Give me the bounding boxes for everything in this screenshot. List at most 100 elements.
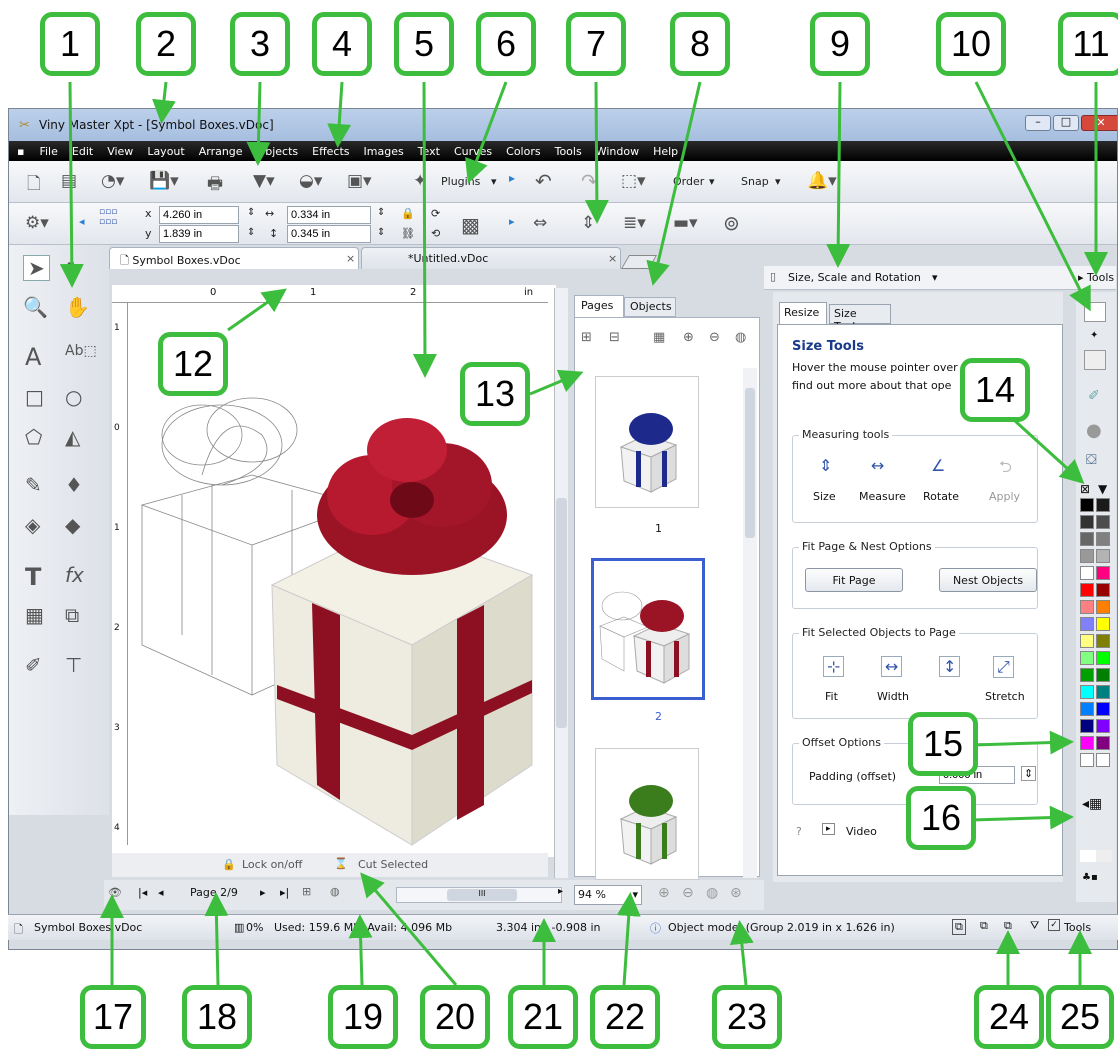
minimize-button[interactable]: –: [1025, 115, 1051, 131]
menu-text[interactable]: Text: [411, 145, 447, 158]
system-menu-icon[interactable]: ▪: [9, 145, 32, 158]
flip-horizontal-icon[interactable]: ⇔: [533, 213, 547, 233]
menu-help[interactable]: Help: [646, 145, 685, 158]
menu-arrange[interactable]: Arrange: [192, 145, 250, 158]
horizontal-ruler[interactable]: 0 1 2 in: [112, 287, 548, 303]
color-swatch[interactable]: [1080, 651, 1094, 665]
export-icon[interactable]: ▣▾: [347, 171, 372, 191]
menu-curves[interactable]: Curves: [447, 145, 499, 158]
text-tool-icon[interactable]: A: [25, 343, 41, 371]
video-link[interactable]: Video: [846, 825, 877, 838]
color-swatch[interactable]: [1096, 532, 1110, 546]
color-swatch[interactable]: [1096, 702, 1110, 716]
fill-color-swatch[interactable]: [1084, 302, 1106, 322]
color-swatch[interactable]: [1080, 532, 1094, 546]
snap-mode-2-icon[interactable]: ⧉: [980, 919, 988, 933]
align-icon[interactable]: ≣▾: [623, 213, 646, 233]
fit-icon[interactable]: ⊹: [823, 656, 845, 677]
tools-toggle[interactable]: ▸ Tools: [1078, 271, 1114, 284]
color-swatch[interactable]: [1096, 719, 1110, 733]
width-fit-icon[interactable]: ↔: [881, 656, 903, 677]
blend-tool-icon[interactable]: ⧉: [65, 603, 79, 627]
view-mode-icon[interactable]: 👁: [108, 886, 122, 899]
redo-icon[interactable]: ↷: [581, 169, 598, 193]
menu-edit[interactable]: Edit: [65, 145, 100, 158]
rotate-ccw-icon[interactable]: ⟲: [431, 227, 440, 240]
color-picker-tool-icon[interactable]: ✐: [25, 653, 42, 677]
x-position-field[interactable]: [159, 206, 239, 224]
color-swatch[interactable]: [1096, 634, 1110, 648]
measure-tool-icon[interactable]: ↔: [871, 456, 884, 475]
flip-vertical-icon[interactable]: ⇕: [581, 213, 595, 233]
envelope-tool-icon[interactable]: ▦: [25, 603, 44, 627]
page-minus-icon[interactable]: ⊖: [709, 330, 720, 345]
color-swatch[interactable]: [1080, 702, 1094, 716]
ellipse-tool-icon[interactable]: ○: [65, 385, 82, 409]
tab-symbol-boxes[interactable]: 🗋 Symbol Boxes.vDoc ×: [109, 247, 359, 269]
pages-scrollbar[interactable]: [743, 368, 757, 878]
tab-pages[interactable]: Pages: [574, 295, 624, 317]
default-fill-swatch[interactable]: [1080, 850, 1096, 862]
cut-icon[interactable]: ⌛: [334, 857, 348, 870]
snap-mode-3-icon[interactable]: ⧉: [1004, 919, 1012, 933]
color-swatch[interactable]: [1096, 515, 1110, 529]
insert-page-icon[interactable]: ⊟: [609, 330, 620, 345]
stretch-icon[interactable]: ⤢: [993, 656, 1014, 678]
rotate-cw-icon[interactable]: ⟳: [431, 207, 440, 220]
color-swatch[interactable]: [1080, 753, 1094, 767]
color-swatch[interactable]: [1080, 736, 1094, 750]
snap-mode-1-icon[interactable]: ⧉: [952, 919, 966, 935]
lock-ratio-icon[interactable]: 🔒: [401, 207, 415, 220]
maximize-button[interactable]: □: [1053, 115, 1079, 131]
color-swatch[interactable]: [1080, 719, 1094, 733]
y-position-field[interactable]: [159, 225, 239, 243]
color-swatch[interactable]: [1096, 668, 1110, 682]
tab-resize[interactable]: Resize: [779, 302, 827, 324]
palette-filter-icon[interactable]: ▼: [1098, 482, 1107, 496]
collapse-arrow-icon[interactable]: ◂: [79, 215, 85, 228]
distribute-icon[interactable]: ▬▾: [673, 213, 698, 233]
color-manager-icon[interactable]: ⛋: [1086, 452, 1097, 468]
shape-tool-icon[interactable]: ⬠: [25, 425, 42, 449]
rectangle-tool-icon[interactable]: □: [25, 385, 44, 409]
canvas-vertical-scrollbar[interactable]: [554, 288, 568, 878]
width-spinner[interactable]: ⇕: [377, 207, 385, 218]
size-tool-icon[interactable]: ⇕: [819, 456, 832, 475]
snap-button[interactable]: Snap: [741, 175, 769, 188]
rotate-tool-icon[interactable]: ∠: [931, 456, 945, 475]
color-swatch[interactable]: [1096, 549, 1110, 563]
cut-selected-button[interactable]: Cut Selected: [358, 858, 428, 871]
plugins-icon[interactable]: ✦: [413, 171, 427, 191]
swap-arrow-icon[interactable]: ✦: [1090, 330, 1098, 341]
h-scroll-thumb[interactable]: III: [447, 889, 517, 901]
measure-tool-label[interactable]: Measure: [859, 490, 906, 503]
color-swatch[interactable]: [1096, 617, 1110, 631]
pen-tool-icon[interactable]: ✎: [25, 473, 42, 497]
menu-effects[interactable]: Effects: [305, 145, 356, 158]
fill-stroke-icons[interactable]: ♣▪: [1082, 872, 1098, 883]
padding-spinner[interactable]: ⇕: [1021, 766, 1037, 781]
page-thumbnail-3[interactable]: [595, 748, 699, 880]
fit-label[interactable]: Fit: [825, 690, 838, 703]
apply-icon[interactable]: ⮌: [999, 456, 1012, 483]
order-button[interactable]: Order: [673, 175, 704, 188]
palette-options-icon[interactable]: ◂▦: [1082, 796, 1102, 812]
color-swatch[interactable]: [1096, 600, 1110, 614]
height-field[interactable]: [287, 225, 371, 243]
zoom-page-icon[interactable]: ⊛: [730, 885, 742, 901]
open-icon[interactable]: ▤: [61, 171, 77, 191]
page-grid-icon[interactable]: ▦: [653, 330, 665, 345]
page-plus-icon[interactable]: ⊕: [683, 330, 694, 345]
select-tool-icon[interactable]: ➤: [23, 255, 50, 281]
link-icon[interactable]: ⛓: [401, 227, 415, 240]
help-icon[interactable]: ?: [796, 825, 802, 838]
page-thumbnail-1[interactable]: [595, 376, 699, 508]
color-swatch[interactable]: [1080, 668, 1094, 682]
nest-objects-button[interactable]: Nest Objects: [939, 568, 1037, 592]
color-swatch[interactable]: [1080, 549, 1094, 563]
size-tool-label[interactable]: Size: [813, 490, 836, 503]
zoom-select[interactable]: 94 % ▾: [574, 885, 642, 905]
menu-view[interactable]: View: [100, 145, 140, 158]
first-page-icon[interactable]: |◂: [138, 886, 147, 899]
menu-images[interactable]: Images: [357, 145, 411, 158]
